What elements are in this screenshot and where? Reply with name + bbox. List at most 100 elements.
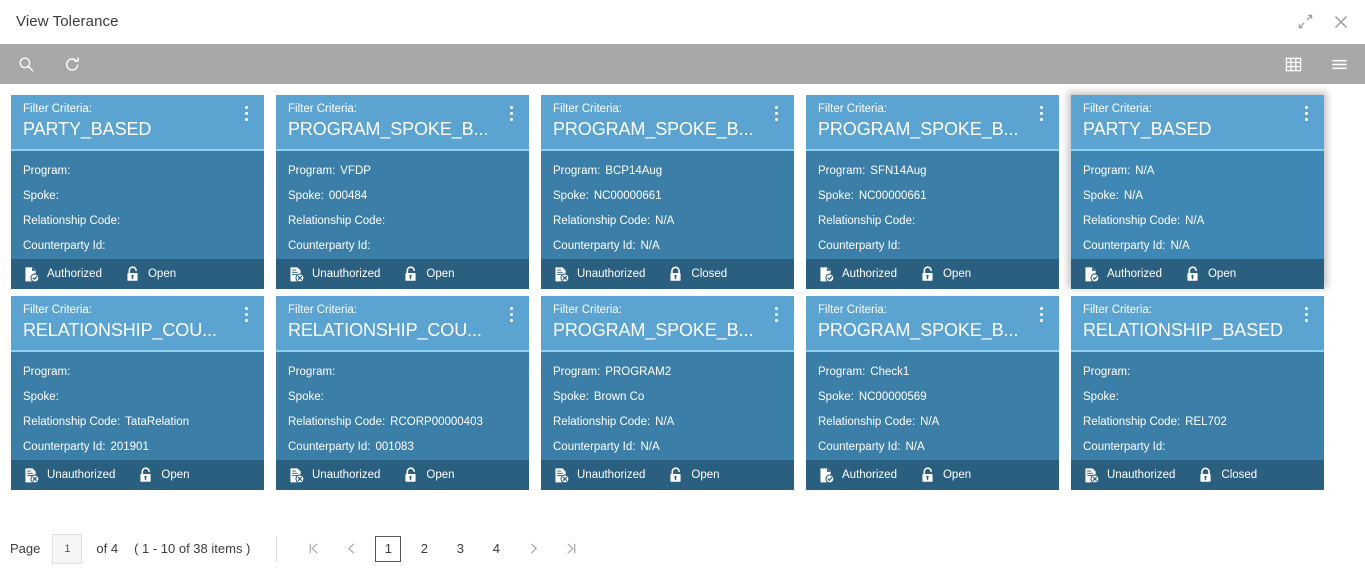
card-body: Program: Spoke: Relationship Code: TataRela…: [11, 352, 264, 460]
list-view-icon[interactable]: [1327, 52, 1351, 76]
counterparty-id-field: Counterparty Id: 001083: [288, 435, 519, 460]
item-range-label: ( 1 - 10 of 38 items ): [134, 541, 251, 556]
program-field: Program: Check1: [818, 360, 1049, 385]
prev-page-icon[interactable]: [337, 535, 365, 563]
more-options-icon[interactable]: [1298, 102, 1314, 149]
auth-status: Unauthorized: [1083, 467, 1175, 484]
page-number-1[interactable]: 1: [375, 535, 402, 562]
auth-status-label: Authorized: [1107, 268, 1162, 280]
relationship-code-field-value: REL702: [1185, 416, 1227, 428]
document-x-icon: [1083, 467, 1100, 484]
program-field-label: Program:: [1083, 366, 1131, 378]
filter-criteria-value: RELATIONSHIP_BASED: [1083, 320, 1283, 340]
pagination-bar: Page of 4 ( 1 - 10 of 38 items ) 1234: [0, 517, 1365, 579]
program-field-value: BCP14Aug: [605, 165, 663, 177]
collapse-arrows-icon[interactable]: [1295, 12, 1315, 32]
more-options-icon[interactable]: [238, 303, 254, 350]
spoke-field: Spoke:: [288, 385, 519, 410]
auth-status: Unauthorized: [553, 467, 645, 484]
view-tolerance-window: View Tolerance Filter Criteria: PARTY_BA…: [0, 0, 1365, 579]
spoke-field-value: NC00000569: [858, 391, 927, 403]
more-options-icon[interactable]: [768, 303, 784, 350]
spoke-field-label: Spoke:: [1083, 391, 1119, 403]
counterparty-id-field-value: N/A: [640, 240, 660, 252]
spoke-field-value: N/A: [1123, 190, 1143, 202]
relationship-code-field-label: Relationship Code:: [288, 215, 386, 227]
card-header: Filter Criteria: PROGRAM_SPOKE_B...: [276, 95, 529, 151]
page-number-2[interactable]: 2: [411, 536, 437, 562]
tolerance-card[interactable]: Filter Criteria: RELATIONSHIP_COU... Progr…: [276, 296, 529, 490]
filter-criteria-label: Filter Criteria:: [288, 103, 358, 115]
record-status: Open: [124, 266, 176, 283]
document-x-icon: [23, 467, 40, 484]
lock-open-icon: [402, 266, 419, 283]
page-number-3[interactable]: 3: [447, 536, 473, 562]
tolerance-card[interactable]: Filter Criteria: PROGRAM_SPOKE_B... Progra…: [541, 95, 794, 289]
tolerance-card[interactable]: Filter Criteria: PARTY_BASED Program: N/A Sp…: [1071, 95, 1324, 289]
program-field: Program:: [1083, 360, 1314, 385]
document-x-icon: [553, 467, 570, 484]
filter-criteria-label: Filter Criteria:: [23, 304, 93, 316]
program-field-value: N/A: [1135, 165, 1155, 177]
tolerance-card[interactable]: Filter Criteria: RELATIONSHIP_BASED Progra…: [1071, 296, 1324, 490]
page-number-input[interactable]: [52, 533, 83, 564]
spoke-field-label: Spoke:: [1083, 190, 1119, 202]
more-options-icon[interactable]: [503, 102, 519, 149]
last-page-icon[interactable]: [557, 535, 585, 563]
search-icon[interactable]: [14, 52, 38, 76]
filter-criteria-label: Filter Criteria:: [818, 304, 888, 316]
auth-status: Authorized: [818, 266, 897, 283]
grid-view-icon[interactable]: [1281, 52, 1305, 76]
relationship-code-field-label: Relationship Code:: [818, 416, 916, 428]
relationship-code-field: Relationship Code: N/A: [818, 410, 1049, 435]
more-options-icon[interactable]: [503, 303, 519, 350]
relationship-code-field-value: N/A: [1185, 215, 1205, 227]
filter-criteria-label: Filter Criteria:: [553, 103, 623, 115]
pagination-controls: 1234: [299, 535, 595, 563]
more-options-icon[interactable]: [768, 102, 784, 149]
tolerance-card[interactable]: Filter Criteria: PROGRAM_SPOKE_B... Progra…: [276, 95, 529, 289]
program-field: Program: PROGRAM2: [553, 360, 784, 385]
filter-criteria-label: Filter Criteria:: [1083, 103, 1153, 115]
relationship-code-field-label: Relationship Code:: [23, 416, 121, 428]
spoke-field-label: Spoke:: [288, 391, 324, 403]
more-options-icon[interactable]: [238, 102, 254, 149]
auth-status-label: Authorized: [842, 469, 897, 481]
tolerance-card[interactable]: Filter Criteria: PARTY_BASED Program: Spoke…: [11, 95, 264, 289]
spoke-field-label: Spoke:: [818, 190, 854, 202]
next-page-icon[interactable]: [519, 535, 547, 563]
program-field-label: Program:: [818, 165, 866, 177]
tolerance-card[interactable]: Filter Criteria: RELATIONSHIP_COU... Progr…: [11, 296, 264, 490]
spoke-field: Spoke: NC00000661: [818, 184, 1049, 209]
record-status-label: Open: [942, 469, 972, 481]
card-header: Filter Criteria: PROGRAM_SPOKE_B...: [806, 296, 1059, 352]
relationship-code-field-label: Relationship Code:: [1083, 215, 1181, 227]
card-footer: Authorized Open: [806, 259, 1059, 289]
lock-closed-icon: [1197, 467, 1214, 484]
relationship-code-field-value: N/A: [655, 416, 675, 428]
tolerance-card[interactable]: Filter Criteria: PROGRAM_SPOKE_B... Progra…: [541, 296, 794, 490]
card-footer: Unauthorized Open: [11, 460, 264, 490]
record-status-label: Open: [942, 268, 972, 280]
page-number-4[interactable]: 4: [483, 536, 509, 562]
tolerance-card[interactable]: Filter Criteria: PROGRAM_SPOKE_B... Progra…: [806, 296, 1059, 490]
tolerance-card[interactable]: Filter Criteria: PROGRAM_SPOKE_B... Progra…: [806, 95, 1059, 289]
refresh-icon[interactable]: [60, 52, 84, 76]
program-field: Program: VFDP: [288, 159, 519, 184]
relationship-code-field: Relationship Code: RCORP00000403: [288, 410, 519, 435]
toolbar-left-group: [14, 52, 84, 76]
more-options-icon[interactable]: [1033, 102, 1049, 149]
close-icon[interactable]: [1331, 12, 1351, 32]
program-field: Program: N/A: [1083, 159, 1314, 184]
first-page-icon[interactable]: [299, 535, 327, 563]
card-body: Program: BCP14Aug Spoke: NC00000661 Relation…: [541, 151, 794, 259]
relationship-code-field: Relationship Code:: [818, 209, 1049, 234]
counterparty-id-field: Counterparty Id:: [288, 234, 519, 259]
relationship-code-field-value: RCORP00000403: [390, 416, 483, 428]
more-options-icon[interactable]: [1033, 303, 1049, 350]
record-status: Open: [402, 266, 455, 283]
more-options-icon[interactable]: [1298, 303, 1314, 350]
counterparty-id-field-label: Counterparty Id:: [1083, 441, 1166, 453]
program-field-label: Program:: [288, 366, 336, 378]
card-header-text: Filter Criteria: PROGRAM_SPOKE_B...: [818, 303, 1033, 350]
